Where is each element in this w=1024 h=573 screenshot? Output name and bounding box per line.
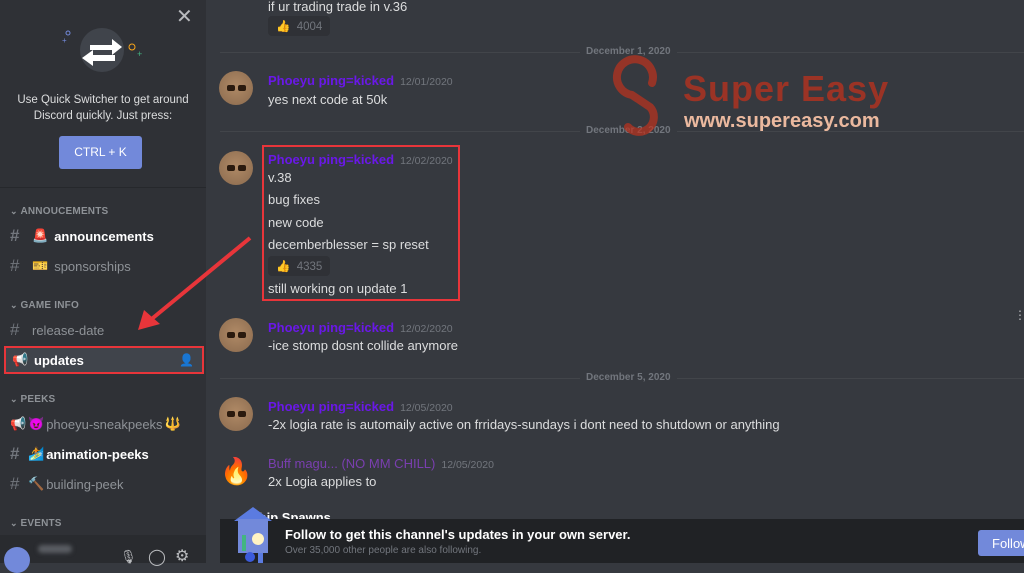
megaphone-icon: 📢 [12,352,29,367]
svg-text:+: + [62,36,67,45]
channel-name: release-date [32,322,105,338]
message-header: Buff magu... (NO MM CHILL) 12/05/2020 [268,455,494,473]
author-name[interactable]: Phoeyu ping=kicked [268,73,394,88]
timestamp: 12/02/2020 [400,155,453,167]
quick-switcher-hint: Use Quick Switcher to get around Discord … [0,92,206,124]
timestamp: 12/02/2020 [400,323,453,335]
hash-icon: # [10,256,20,275]
hash-icon: # [10,226,20,245]
follow-button[interactable]: Follow [978,530,1024,556]
avatar[interactable] [219,318,253,352]
thumbs-up-icon: 👍 [276,21,291,33]
message-text: if ur trading trade in v.36 [268,0,408,14]
date-text: December 5, 2020 [580,372,677,383]
hash-icon: # [10,320,20,339]
message-text: decemberblesser = sp reset [268,237,429,252]
reaction-count: 4335 [296,261,323,273]
message-text: -2x logia rate is automaily active on fr… [268,417,780,432]
channel-emoji: 🏄 [28,446,45,461]
channel-name: phoeyu-sneakpeeks [46,416,163,432]
thumbs-up-icon: 👍 [276,261,291,273]
avatar[interactable] [219,397,253,431]
user-panel: 🎙 ◯ ⚙ [0,535,206,573]
channel-emoji: 😈 [28,416,45,431]
message-header: Phoeyu ping=kicked 12/05/2020 [268,398,453,416]
watermark-brand: Super Easy [683,68,890,109]
headset-icon[interactable]: ◯ [148,547,166,567]
hint-line-1: Use Quick Switcher to get around [17,94,189,106]
invite-icon[interactable]: 👤 [179,353,194,367]
trident-emoji: 🔱 [164,416,181,431]
follow-subtitle: Over 35,000 other people are also follow… [285,545,482,556]
author-name[interactable]: Buff magu... (NO MM CHILL) [268,456,435,471]
more-options-icon[interactable]: ⋮ [1014,308,1024,322]
channel-emoji: 🎫 [32,258,49,273]
settings-gear-icon[interactable]: ⚙ [175,546,189,566]
author-name[interactable]: Phoeyu ping=kicked [268,320,394,335]
follow-title: Follow to get this channel's updates in … [285,527,631,542]
close-icon[interactable]: ✕ [176,4,193,29]
watermark-logo [612,55,658,136]
message-text: v.38 [268,170,292,185]
message-header: Phoeyu ping=kicked 12/02/2020 [268,151,453,169]
avatar[interactable]: 🔥 [220,454,252,488]
message-header: Phoeyu ping=kicked 12/01/2020 [268,72,453,90]
hash-icon: # [10,474,20,493]
category-annoucements[interactable]: ANNOUCEMENTS [10,206,108,217]
channel-emoji: 🔨 [28,476,45,491]
megaphone-icon: 📢 [10,416,27,431]
message-header: Phoeyu ping=kicked 12/02/2020 [268,319,453,337]
channel-name: updates [34,352,84,368]
message-text: new code [268,215,324,230]
watermark-url: www.supereasy.com [684,110,880,132]
author-name[interactable]: Phoeyu ping=kicked [268,152,394,167]
divider [0,187,206,188]
channel-emoji: 🚨 [32,228,49,243]
birdhouse-icon [234,507,272,563]
username-blurred [38,545,72,553]
hash-icon: # [10,444,20,463]
channel-updates[interactable]: 📢 updates 👤 [4,346,204,374]
follow-channel-bar: Follow to get this channel's updates in … [220,507,1024,563]
message-text: yes next code at 50k [268,92,388,107]
timestamp: 12/05/2020 [400,402,453,414]
channel-animation-peeks[interactable]: # 🏄 animation-peeks [10,442,200,466]
channel-phoeyu-sneakpeeks[interactable]: 📢 😈 phoeyu-sneakpeeks 🔱 [10,412,200,436]
channel-name: sponsorships [54,258,131,274]
avatar[interactable] [4,547,30,573]
avatar[interactable] [219,71,253,105]
quick-switcher-button[interactable]: CTRL + K [59,136,142,169]
category-events[interactable]: EVENTS [10,518,62,529]
channel-name: animation-peeks [46,446,149,462]
quick-switcher-illustration: ++ [62,28,142,72]
timestamp: 12/01/2020 [400,76,453,88]
category-game-info[interactable]: GAME INFO [10,300,79,311]
hint-line-2: Discord quickly. Just press: [33,110,173,122]
message-text: bug fixes [268,192,321,207]
message-text: -ice stomp dosnt collide anymore [268,338,459,353]
reaction-thumbs-up[interactable]: 👍 4335 [268,256,331,276]
author-name[interactable]: Phoeyu ping=kicked [268,399,394,414]
channel-building-peek[interactable]: # 🔨 building-peek [10,472,200,496]
date-label: December 5, 2020 [580,372,677,383]
message-text: still working on update 1 [268,281,408,296]
reaction-count: 4004 [296,21,323,33]
channel-name: building-peek [46,476,124,492]
svg-text:+: + [137,49,142,59]
message-text: 2x Logia applies to [268,474,377,489]
avatar[interactable] [219,151,253,185]
reaction-thumbs-up[interactable]: 👍 4004 [268,16,331,36]
timestamp: 12/05/2020 [441,459,494,471]
category-peeks[interactable]: PEEKS [10,394,55,405]
